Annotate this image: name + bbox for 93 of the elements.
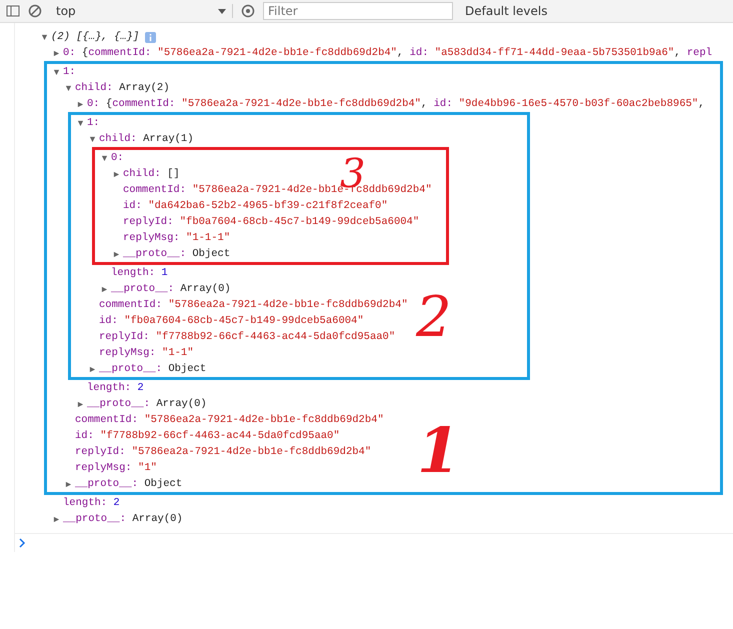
- disclosure-triangle-icon[interactable]: [101, 286, 108, 292]
- property-value: "1-1": [162, 347, 194, 359]
- property-key: commentId:: [75, 414, 138, 426]
- property-key: __proto__:: [99, 363, 162, 375]
- property-key: length:: [87, 382, 132, 394]
- property-value: Object: [168, 363, 206, 375]
- property-value: "1-1-1": [186, 232, 230, 244]
- disclosure-triangle-icon[interactable]: [53, 50, 60, 56]
- property-value: Array(2): [119, 82, 170, 94]
- property-key: child:: [123, 168, 161, 180]
- property-key: length:: [63, 497, 108, 509]
- filter-field[interactable]: Filter: [263, 2, 453, 20]
- property-value: "5786ea2a-7921-4d2e-bb1e-fc8ddb69d2b4": [182, 98, 421, 110]
- property-value: 2: [113, 497, 120, 509]
- property-key: replyId:: [123, 216, 174, 228]
- punctuation: ,: [698, 98, 705, 110]
- disclosure-triangle-icon[interactable]: [77, 400, 84, 408]
- disclosure-triangle-icon[interactable]: [41, 34, 48, 40]
- property-value: Object: [144, 478, 182, 490]
- property-value: "fb0a7604-68cb-45c7-b149-99dceb5a6004": [180, 216, 420, 228]
- disclosure-triangle-icon[interactable]: [101, 154, 108, 162]
- property-value: "9de4bb96-16e5-4570-b03f-60ac2beb8965": [458, 98, 698, 110]
- property-value: "da642ba6-52b2-4965-bf39-c21f8f2ceaf0": [148, 200, 388, 212]
- context-select[interactable]: top: [50, 4, 233, 18]
- property-key: child:: [99, 133, 137, 145]
- disclosure-triangle-icon[interactable]: [53, 68, 60, 76]
- disclosure-triangle-icon[interactable]: [65, 480, 72, 488]
- property-value: 1: [161, 267, 168, 279]
- property-key: repl: [686, 47, 712, 59]
- punctuation: ,: [420, 98, 428, 110]
- property-key: commentId:: [123, 184, 186, 196]
- punctuation: {: [82, 47, 88, 59]
- disclosure-triangle-icon[interactable]: [89, 366, 96, 372]
- property-key: __proto__:: [111, 283, 174, 295]
- property-key: __proto__:: [75, 478, 138, 490]
- property-key: replyId:: [99, 331, 150, 343]
- property-value: "a583dd34-ff71-44dd-9eaa-5b753501b9a6": [434, 47, 674, 59]
- property-value: "5786ea2a-7921-4d2e-bb1e-fc8ddb69d2b4": [132, 446, 372, 458]
- property-key: commentId:: [99, 299, 162, 311]
- sidebar-toggle-icon[interactable]: [6, 4, 20, 18]
- property-key: id:: [434, 98, 452, 110]
- property-key: id:: [99, 315, 118, 327]
- property-value: Array(0): [180, 283, 231, 295]
- property-key: replyId:: [75, 446, 126, 458]
- disclosure-triangle-icon[interactable]: [113, 170, 120, 178]
- property-key: replyMsg:: [123, 232, 180, 244]
- disclosure-triangle-icon[interactable]: [77, 120, 84, 126]
- property-key: child:: [75, 82, 113, 94]
- log-levels-dropdown[interactable]: Default levels: [461, 4, 552, 18]
- property-value: "1": [138, 462, 157, 474]
- property-key: replyMsg:: [75, 462, 132, 474]
- array-summary: (2) [{…}, {…}]: [51, 31, 140, 43]
- clear-console-icon[interactable]: [28, 4, 42, 18]
- property-key: commentId:: [88, 47, 152, 59]
- property-value: []: [167, 168, 180, 180]
- property-value: Array(0): [156, 398, 207, 410]
- disclosure-triangle-icon[interactable]: [53, 516, 60, 522]
- property-key: id:: [75, 430, 94, 442]
- handwritten-annotation: 2: [416, 290, 452, 346]
- property-value: "f7788b92-66cf-4463-ac44-5da0fcd95aa0": [156, 331, 396, 343]
- prompt-chevron-icon: [18, 538, 26, 548]
- property-key: __proto__:: [123, 248, 186, 260]
- property-key: replyMsg:: [99, 347, 156, 359]
- property-key: __proto__:: [63, 513, 126, 525]
- property-value: 2: [137, 382, 144, 394]
- property-value: Object: [192, 248, 230, 260]
- property-key: 1:: [87, 117, 100, 129]
- property-key: 0:: [87, 98, 100, 110]
- property-key: __proto__:: [87, 398, 150, 410]
- property-value: "fb0a7604-68cb-45c7-b149-99dceb5a6004": [124, 315, 364, 327]
- punctuation: ,: [396, 47, 404, 59]
- caret-icon: [218, 8, 226, 14]
- disclosure-triangle-icon[interactable]: [89, 136, 96, 142]
- property-key: id:: [410, 47, 428, 59]
- punctuation: {: [106, 98, 112, 110]
- disclosure-triangle-icon[interactable]: [65, 84, 72, 92]
- handwritten-annotation: 1: [417, 420, 460, 482]
- property-value: Array(1): [143, 133, 194, 145]
- property-value: "5786ea2a-7921-4d2e-bb1e-fc8ddb69d2b4": [158, 47, 397, 59]
- property-value: "5786ea2a-7921-4d2e-bb1e-fc8ddb69d2b4": [168, 299, 408, 311]
- punctuation: ,: [674, 47, 681, 59]
- property-value: "5786ea2a-7921-4d2e-bb1e-fc8ddb69d2b4": [144, 414, 384, 426]
- eye-icon[interactable]: [241, 4, 255, 18]
- property-key: 0:: [111, 152, 124, 164]
- property-key: id:: [123, 200, 142, 212]
- property-key: length:: [111, 267, 156, 279]
- disclosure-triangle-icon[interactable]: [113, 250, 120, 258]
- property-key: commentId:: [112, 98, 176, 110]
- property-value: "f7788b92-66cf-4463-ac44-5da0fcd95aa0": [100, 430, 340, 442]
- disclosure-triangle-icon[interactable]: [77, 100, 84, 108]
- property-value: Array(0): [132, 513, 183, 525]
- property-key: 1:: [63, 66, 76, 78]
- property-key: 0:: [63, 47, 76, 59]
